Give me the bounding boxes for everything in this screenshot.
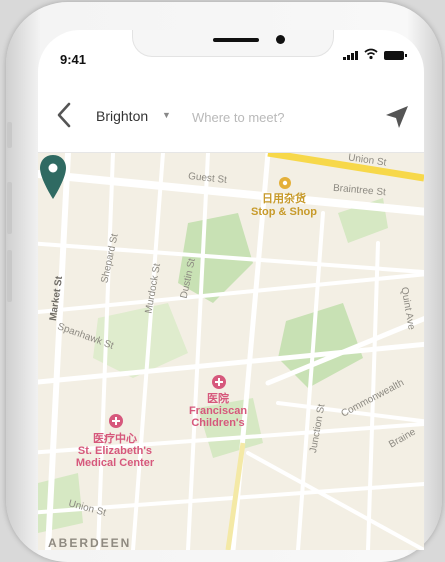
navigation-arrow-icon[interactable] <box>382 102 412 132</box>
hospital-name-en-1: Franciscan <box>188 405 248 417</box>
shop-name-zh: 日用杂货 <box>262 193 306 205</box>
hospital-label[interactable]: 医院 Franciscan Children's <box>168 393 268 429</box>
notch <box>132 30 334 57</box>
highway <box>267 153 424 182</box>
wifi-icon <box>364 48 378 60</box>
medical-center-label[interactable]: 医疗中心 St. Elizabeth's Medical Center <box>60 433 170 469</box>
speaker <box>213 38 259 42</box>
camera <box>276 35 285 44</box>
battery-icon <box>384 51 407 60</box>
status-icons <box>343 48 407 60</box>
district-label: ABERDEEN <box>48 536 132 550</box>
screen: 9:41 Brighton ▼ Where to meet? Union St … <box>38 30 424 550</box>
volume-up-button <box>7 182 12 234</box>
hospital-name-en-2: Children's <box>191 417 245 429</box>
back-icon[interactable] <box>52 100 78 130</box>
mute-switch <box>7 122 12 148</box>
location-pin-icon[interactable] <box>38 153 68 201</box>
status-time: 9:41 <box>60 52 87 67</box>
map-canvas <box>38 153 424 550</box>
map-view[interactable]: Union St Guest St Braintree St Market St… <box>38 153 424 550</box>
medical-center-name-zh: 医疗中心 <box>93 433 137 445</box>
search-bar: Brighton ▼ <box>38 80 424 153</box>
city-selector[interactable]: Brighton <box>96 108 148 124</box>
chevron-down-icon[interactable]: ▼ <box>162 110 171 120</box>
phone-frame: 9:41 Brighton ▼ Where to meet? Union St … <box>6 2 442 562</box>
meet-location-input[interactable] <box>190 102 364 132</box>
hospital-name-zh: 医院 <box>207 393 229 405</box>
signal-icon <box>343 51 358 60</box>
medical-center-name-en-2: Medical Center <box>75 457 155 469</box>
volume-down-button <box>7 250 12 302</box>
medical-center-name-en-1: St. Elizabeth's <box>77 445 153 457</box>
shop-label[interactable]: 日用杂货 Stop & Shop <box>238 193 330 219</box>
shop-name-en: Stop & Shop <box>251 206 317 218</box>
